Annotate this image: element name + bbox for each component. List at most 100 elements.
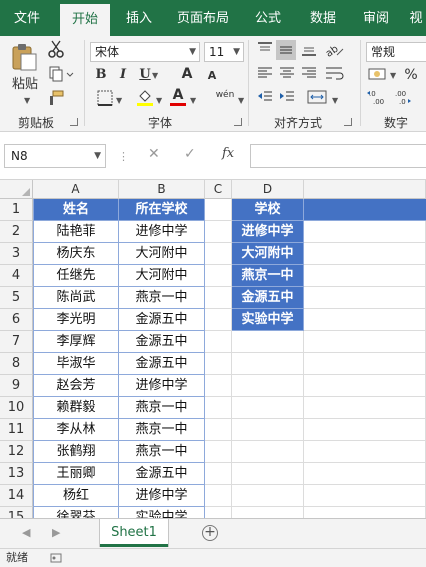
cell[interactable]	[304, 331, 426, 353]
table-header-cell[interactable]: 姓名	[33, 199, 119, 221]
cell[interactable]	[205, 353, 232, 375]
table-cell[interactable]: 金源五中	[119, 463, 205, 485]
enter-icon[interactable]: ✓	[184, 146, 196, 162]
school-cell[interactable]: 金源五中	[232, 287, 304, 309]
row-header-12[interactable]: 12	[0, 441, 33, 463]
cell[interactable]	[205, 331, 232, 353]
cell[interactable]	[232, 331, 304, 353]
cell[interactable]	[304, 309, 426, 331]
cell[interactable]	[205, 375, 232, 397]
table-cell[interactable]: 徐翠芬	[33, 507, 119, 518]
column-header-blank[interactable]	[304, 180, 426, 199]
row-header-5[interactable]: 5	[0, 287, 33, 309]
increase-decimal-icon[interactable]: .0.00	[366, 88, 388, 112]
cell[interactable]	[304, 265, 426, 287]
row-header-10[interactable]: 10	[0, 397, 33, 419]
cell[interactable]	[304, 221, 426, 243]
orientation-icon[interactable]: ab	[324, 40, 346, 64]
row-header-15[interactable]: 15	[0, 507, 33, 518]
table-cell[interactable]: 金源五中	[119, 331, 205, 353]
accounting-format-icon[interactable]	[368, 66, 388, 88]
table-cell[interactable]: 李从林	[33, 419, 119, 441]
cancel-icon[interactable]: ✕	[148, 146, 160, 162]
tab-data[interactable]: 数据	[300, 0, 346, 36]
cell[interactable]	[205, 463, 232, 485]
tab-formulas[interactable]: 公式	[244, 0, 292, 36]
clipboard-launcher-icon[interactable]	[70, 118, 78, 126]
school-cell[interactable]: 实验中学	[232, 309, 304, 331]
align-left-icon[interactable]	[256, 66, 274, 86]
border-icon[interactable]	[96, 90, 114, 112]
merge-center-icon[interactable]	[306, 90, 328, 110]
align-middle-icon[interactable]	[276, 40, 296, 60]
phonetic-dropdown-icon[interactable]: ▼	[238, 92, 244, 110]
column-header-d[interactable]: D	[232, 180, 304, 199]
school-cell[interactable]: 燕京一中	[232, 265, 304, 287]
format-painter-icon[interactable]	[48, 90, 64, 112]
tab-page-layout[interactable]: 页面布局	[170, 0, 236, 36]
column-header-a[interactable]: A	[33, 180, 119, 199]
table-cell[interactable]: 王丽卿	[33, 463, 119, 485]
table-cell[interactable]: 陈尚武	[33, 287, 119, 309]
table-cell[interactable]: 燕京一中	[119, 419, 205, 441]
table-cell[interactable]: 张鹤翔	[33, 441, 119, 463]
border-dropdown-icon[interactable]: ▼	[116, 92, 122, 110]
bold-button[interactable]: B	[94, 66, 108, 84]
table-cell[interactable]: 燕京一中	[119, 441, 205, 463]
add-sheet-icon[interactable]: +	[202, 525, 218, 541]
select-all-button[interactable]	[0, 180, 33, 199]
cell[interactable]	[232, 375, 304, 397]
column-header-b[interactable]: B	[119, 180, 205, 199]
decrease-indent-icon[interactable]	[256, 90, 274, 110]
tab-file[interactable]: 文件	[2, 0, 52, 36]
table-cell[interactable]: 进修中学	[119, 485, 205, 507]
table-cell[interactable]: 任继先	[33, 265, 119, 287]
number-format-select[interactable]: 常规	[366, 42, 426, 62]
cell[interactable]	[304, 485, 426, 507]
next-sheet-icon[interactable]: ▶	[52, 526, 60, 539]
underline-button[interactable]: U	[138, 66, 152, 84]
cell[interactable]	[232, 485, 304, 507]
cell[interactable]	[205, 221, 232, 243]
name-box[interactable]: N8 ▼	[4, 144, 106, 168]
cell[interactable]	[205, 199, 232, 221]
font-color-button[interactable]: A	[170, 88, 186, 106]
tab-review[interactable]: 审阅	[354, 0, 398, 36]
italic-button[interactable]: I	[116, 66, 130, 84]
cell[interactable]	[205, 287, 232, 309]
table-cell[interactable]: 李厚辉	[33, 331, 119, 353]
percent-button[interactable]: %	[402, 66, 420, 84]
row-header-3[interactable]: 3	[0, 243, 33, 265]
table-cell[interactable]: 杨庆东	[33, 243, 119, 265]
cell[interactable]	[232, 397, 304, 419]
cell[interactable]	[205, 397, 232, 419]
increase-indent-icon[interactable]	[278, 90, 296, 110]
resize-handle-icon[interactable]: ⋮	[118, 150, 129, 163]
row-header-2[interactable]: 2	[0, 221, 33, 243]
row-header-9[interactable]: 9	[0, 375, 33, 397]
table-cell[interactable]: 大河附中	[119, 243, 205, 265]
table-cell[interactable]: 大河附中	[119, 265, 205, 287]
copy-icon[interactable]	[48, 66, 76, 88]
cell[interactable]	[304, 375, 426, 397]
cell[interactable]	[232, 353, 304, 375]
cell[interactable]	[205, 243, 232, 265]
align-center-icon[interactable]	[278, 66, 296, 86]
tab-insert[interactable]: 插入	[114, 0, 164, 36]
school-cell[interactable]: 进修中学	[232, 221, 304, 243]
row-header-4[interactable]: 4	[0, 265, 33, 287]
font-color-dropdown-icon[interactable]: ▼	[190, 92, 196, 110]
cell[interactable]	[304, 441, 426, 463]
table-cell[interactable]: 毕淑华	[33, 353, 119, 375]
cell[interactable]	[304, 397, 426, 419]
fill-color-icon[interactable]	[136, 88, 154, 112]
sheet-tab-sheet1[interactable]: Sheet1	[100, 519, 168, 547]
cell[interactable]	[205, 265, 232, 287]
wrap-text-icon[interactable]	[324, 66, 346, 86]
row-header-14[interactable]: 14	[0, 485, 33, 507]
row-header-1[interactable]: 1	[0, 199, 33, 221]
formula-input[interactable]	[250, 144, 426, 168]
row-header-13[interactable]: 13	[0, 463, 33, 485]
row-header-7[interactable]: 7	[0, 331, 33, 353]
cell[interactable]	[232, 463, 304, 485]
